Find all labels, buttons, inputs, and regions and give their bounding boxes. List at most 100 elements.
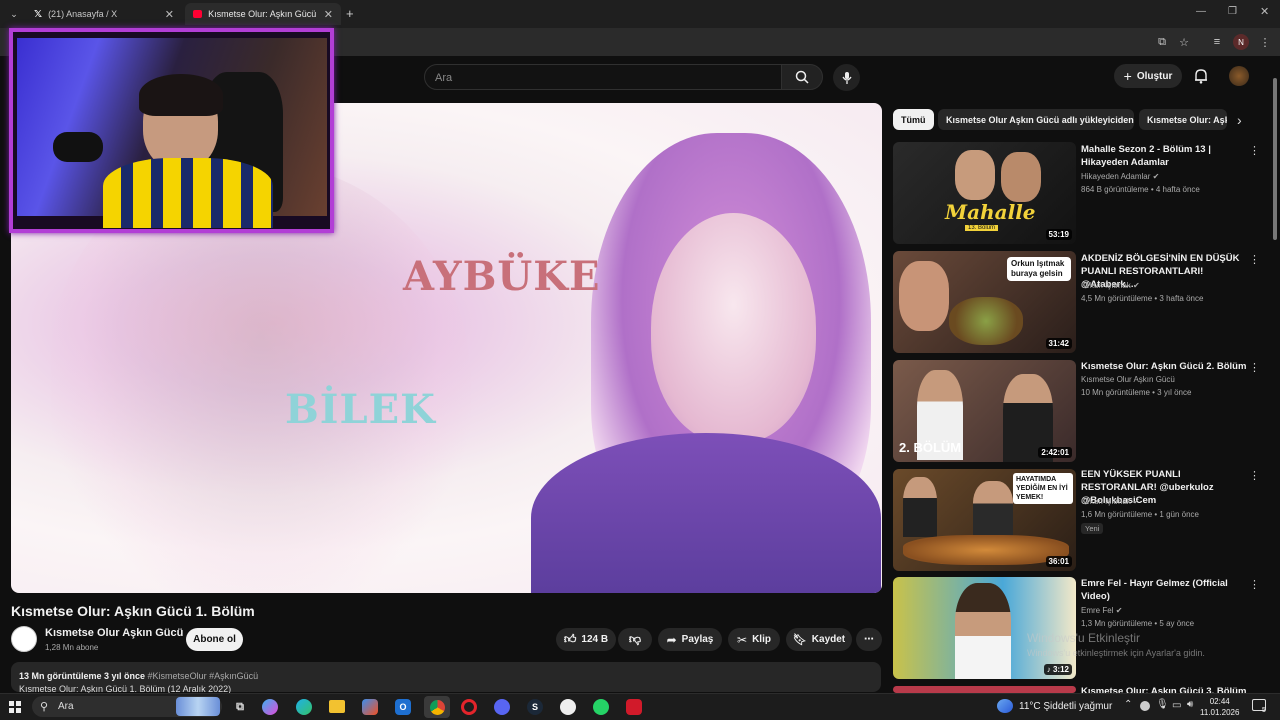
bookmark-star-icon[interactable]: ☆ — [1176, 34, 1192, 50]
microphone-tray-icon[interactable]: 🎙︎ — [1156, 699, 1169, 710]
more-vertical-icon[interactable]: ⋮ — [1249, 469, 1260, 483]
like-button[interactable]: 👍︎ 124 B — [556, 628, 616, 651]
subscribe-button[interactable]: Abone ol — [186, 628, 243, 651]
volume-icon[interactable]: 🔊︎ — [1187, 699, 1193, 710]
recommendation-thumbnail[interactable]: Orkun Işıtmak buraya gelsin 31:42 — [893, 251, 1076, 353]
windows-activation-watermark-title: Windows'u Etkinleştir — [1027, 631, 1140, 645]
tab-x-home[interactable]: 𝕏 (21) Anasayfa / X ✕ — [26, 3, 182, 25]
video-duration: 36:01 — [1045, 556, 1072, 567]
voice-search-button[interactable] — [833, 64, 860, 91]
whatsapp-icon[interactable] — [593, 699, 609, 715]
microsoft-store-icon[interactable] — [362, 699, 378, 715]
media-controls-icon[interactable]: ≡ — [1209, 34, 1225, 50]
video-frame-woman-body — [531, 433, 881, 593]
thumbs-up-icon: 👍︎ — [563, 632, 577, 646]
recommendation-thumbnail[interactable]: ♪ 3:12 — [893, 577, 1076, 679]
thumb-food — [903, 535, 1069, 565]
more-vertical-icon[interactable]: ⋮ — [1249, 253, 1260, 267]
task-view-icon[interactable]: ⧉ — [230, 697, 250, 717]
weather-icon[interactable] — [997, 699, 1013, 713]
recommendation-thumbnail[interactable] — [893, 686, 1076, 693]
recording-app-icon[interactable] — [626, 699, 642, 715]
video-duration: ♪ 3:12 — [1043, 664, 1072, 675]
discord-icon[interactable] — [494, 699, 510, 715]
notifications-bell-icon[interactable] — [1192, 67, 1210, 85]
restore-window-icon[interactable]: ❐ — [1228, 6, 1237, 17]
recommendation-title[interactable]: Kısmetse Olur: Aşkın Gücü 2. Bölüm — [1081, 360, 1249, 373]
clip-button[interactable]: ✂ Klip — [728, 628, 780, 651]
opera-icon[interactable] — [461, 699, 477, 715]
account-avatar[interactable] — [1229, 66, 1249, 86]
recommendation-channel[interactable]: Hikayeden Adamlar ✔ — [1081, 172, 1159, 181]
recommendation-thumbnail[interactable]: HAYATIMDA YEDİĞİM EN İYİ YEMEK! 36:01 — [893, 469, 1076, 571]
more-vertical-icon[interactable]: ⋮ — [1249, 144, 1260, 158]
save-button[interactable]: 🔖︎ Kaydet — [786, 628, 852, 651]
close-tab-icon[interactable]: ✕ — [324, 8, 333, 21]
thumb-face — [955, 150, 995, 200]
tab-youtube-video[interactable]: Kısmetse Olur: Aşkın Gücü 1. Bö ✕ — [185, 3, 341, 25]
subscriber-count: 1,28 Mn abone — [45, 643, 99, 652]
scrollbar-thumb[interactable] — [1273, 78, 1277, 240]
thumb-episode-text: 13. Bölüm — [965, 225, 999, 231]
browser-menu-icon[interactable]: ⋮ — [1257, 34, 1273, 50]
tab-label: (21) Anasayfa / X — [48, 9, 118, 19]
verified-icon: ✔ — [1133, 497, 1140, 506]
channel-avatar[interactable] — [11, 626, 37, 652]
recommendation-channel[interactable]: Emre Fel ✔ — [1081, 606, 1122, 615]
more-vertical-icon[interactable]: ⋮ — [1249, 361, 1260, 375]
steam-icon[interactable]: S — [527, 699, 543, 715]
video-title: Kısmetse Olur: Aşkın Gücü 1. Bölüm — [11, 603, 255, 619]
recommendation-channel[interactable]: Kısmetse Olur Aşkın Gücü — [1081, 375, 1175, 384]
share-button[interactable]: ➦ Paylaş — [658, 628, 722, 651]
copilot-icon[interactable] — [262, 699, 278, 715]
thumb-burger — [949, 297, 1023, 345]
thumb-title-text: Mahalle — [945, 200, 1036, 224]
close-tab-icon[interactable]: ✕ — [165, 8, 174, 21]
edge-icon[interactable] — [296, 699, 312, 715]
search-highlight-image — [176, 697, 220, 716]
create-button[interactable]: + Oluştur — [1114, 64, 1182, 88]
search-button[interactable] — [781, 64, 823, 90]
recommendation-title[interactable]: Mahalle Sezon 2 - Bölüm 13 | Hikayeden A… — [1081, 143, 1249, 169]
chip-all[interactable]: Tümü — [893, 109, 934, 130]
recommendation-title[interactable]: Kısmetse Olur: Aşkın Gücü 3. Bölüm — [1081, 685, 1249, 693]
chip-related-series[interactable]: Kısmetse Olur: Aşkı — [1139, 109, 1227, 130]
verified-icon: ✔ — [1115, 606, 1123, 615]
network-icon[interactable]: ▭ — [1172, 700, 1181, 711]
recommendation-meta: 1,3 Mn görüntüleme • 5 ay önce — [1081, 619, 1195, 628]
chevron-up-icon[interactable]: ⌃ — [1124, 699, 1132, 710]
thumbs-down-icon: 👎︎ — [628, 632, 642, 646]
weather-text[interactable]: 11°C Şiddetli yağmur — [1019, 701, 1112, 712]
recommendation-channel[interactable]: Orkun Işıtmak ✔ — [1081, 281, 1140, 290]
create-label: Oluştur — [1136, 70, 1173, 82]
recommendation-title[interactable]: Emre Fel - Hayır Gelmez (Official Video) — [1081, 577, 1249, 603]
x-logo-icon: 𝕏 — [34, 8, 43, 20]
recommendation-meta: 1,6 Mn görüntüleme • 1 gün önce — [1081, 510, 1199, 519]
recommendation-thumbnail[interactable]: Mahalle 13. Bölüm 53:19 — [893, 142, 1076, 244]
recommendation-thumbnail[interactable]: 2. BÖLÜM 2:42:01 — [893, 360, 1076, 462]
more-vertical-icon[interactable]: ⋮ — [1249, 578, 1260, 592]
chrome-icon[interactable] — [424, 696, 450, 718]
windows-start-icon[interactable] — [9, 701, 21, 713]
chevron-right-icon[interactable]: › — [1237, 112, 1242, 128]
profile-avatar[interactable]: N — [1233, 34, 1249, 50]
tray-app-icon[interactable] — [1140, 701, 1150, 711]
clock-time: 02:44 — [1209, 697, 1230, 706]
github-icon[interactable] — [560, 699, 576, 715]
taskbar-clock[interactable]: 02:44 11.01.2026 — [1200, 696, 1239, 718]
search-input[interactable]: Ara — [424, 64, 782, 90]
close-window-icon[interactable]: ✕ — [1260, 5, 1269, 18]
thumb-person — [955, 583, 1011, 679]
tab-list-button[interactable]: ⌄ — [6, 6, 22, 22]
channel-name[interactable]: Kısmetse Olur Aşkın Gücü — [45, 627, 183, 639]
chip-from-uploader[interactable]: Kısmetse Olur Aşkın Gücü adlı yükleyicid… — [938, 109, 1134, 130]
dislike-button[interactable]: 👎︎ — [618, 628, 652, 651]
recommendation-channel[interactable]: Orkun Işıtmak ✔ — [1081, 497, 1140, 506]
more-actions-button[interactable]: ⋯ — [856, 628, 882, 651]
minimize-window-icon[interactable]: — — [1196, 6, 1206, 17]
file-explorer-icon[interactable] — [329, 700, 345, 713]
hashtags[interactable]: #KismetseOlur #AşkınGücü — [148, 671, 259, 681]
install-app-icon[interactable]: ⧉ — [1154, 34, 1170, 50]
new-tab-button[interactable]: + — [346, 6, 354, 21]
outlook-icon[interactable]: O — [395, 699, 411, 715]
